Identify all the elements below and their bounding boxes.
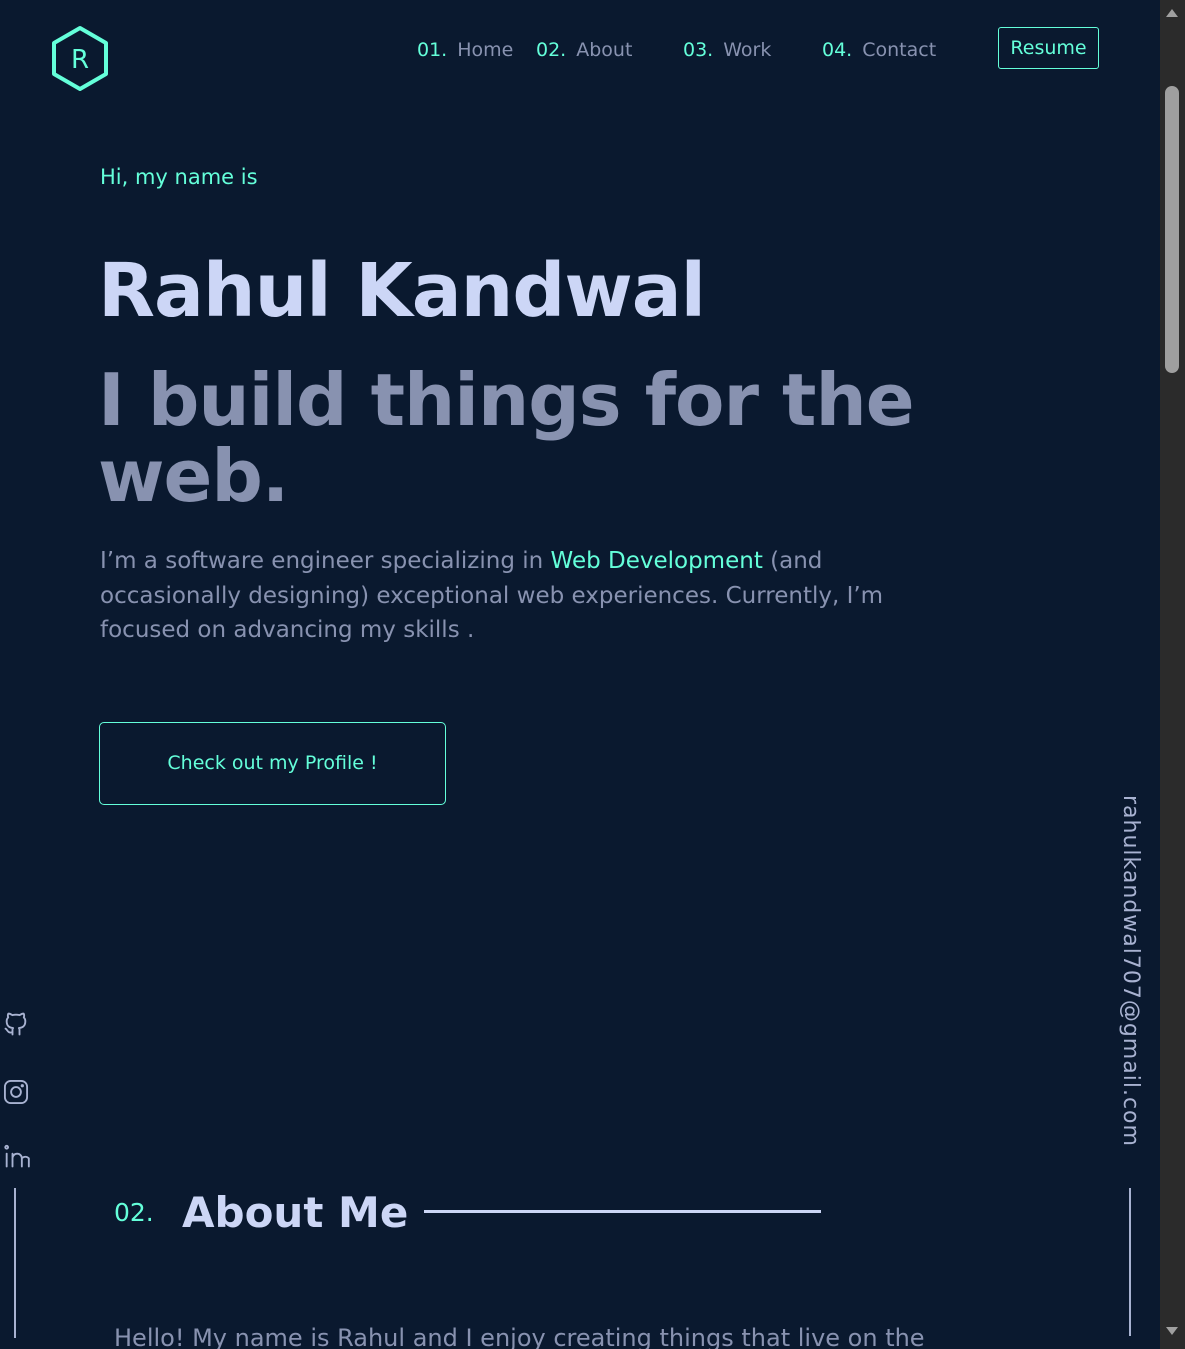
portfolio-page: R 01. Home 02. About 03. Work 04. Contact Re… xyxy=(0,0,1185,1349)
hero-greeting: Hi, my name is xyxy=(100,165,258,189)
nav-item-home[interactable]: 01. Home xyxy=(417,36,513,64)
nav-label: Home xyxy=(457,39,514,61)
nav-item-contact[interactable]: 04. Contact xyxy=(822,36,936,64)
nav-number: 01. xyxy=(417,39,448,61)
nav-number: 03. xyxy=(683,39,714,61)
about-heading-rule xyxy=(424,1210,821,1213)
nav-number: 04. xyxy=(822,39,853,61)
hero-name: Rahul Kandwal xyxy=(98,248,706,334)
nav-item-about[interactable]: 02. About xyxy=(536,36,632,64)
logo-icon[interactable]: R xyxy=(50,25,110,93)
profile-button[interactable]: Check out my Profile ! xyxy=(99,722,446,805)
about-heading: About Me xyxy=(182,1188,409,1237)
intro-highlight: Web Development xyxy=(550,548,763,574)
about-paragraph: Hello! My name is Rahul and I enjoy crea… xyxy=(114,1324,925,1349)
scroll-down-arrow-icon[interactable] xyxy=(1166,1327,1178,1335)
hero-tagline: I build things for the web. xyxy=(98,358,915,518)
email-divider-line xyxy=(1129,1188,1131,1336)
page-scrollbar[interactable] xyxy=(1160,0,1185,1349)
hero-intro: I’m a software engineer specializing in … xyxy=(100,544,910,648)
scroll-up-arrow-icon[interactable] xyxy=(1166,9,1178,17)
instagram-icon[interactable] xyxy=(2,1078,30,1106)
linkedin-icon[interactable] xyxy=(2,1142,30,1170)
about-section-number: 02. xyxy=(114,1198,154,1227)
nav-label: Work xyxy=(723,39,772,61)
intro-text-start: I’m a software engineer specializing in xyxy=(100,548,551,574)
nav-label: Contact xyxy=(862,39,937,61)
nav-number: 02. xyxy=(536,39,567,61)
nav-label: About xyxy=(576,39,633,61)
resume-button[interactable]: Resume xyxy=(998,27,1099,69)
logo-letter: R xyxy=(71,45,89,75)
nav-item-work[interactable]: 03. Work xyxy=(683,36,771,64)
email-link[interactable]: rahulkandwal707@gmail.com xyxy=(1118,795,1143,1147)
social-divider-line xyxy=(14,1188,16,1338)
github-icon[interactable] xyxy=(2,1010,30,1038)
scrollbar-thumb[interactable] xyxy=(1165,86,1179,373)
